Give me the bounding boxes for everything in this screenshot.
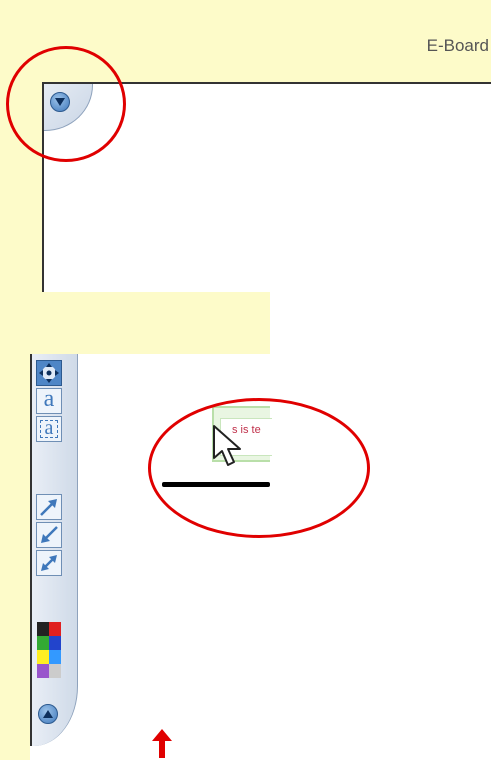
double-arrow-tool-button[interactable] bbox=[36, 550, 62, 576]
eboard-header-lower bbox=[0, 292, 270, 354]
drawing-toolbar: a a bbox=[30, 354, 78, 746]
line-tool-button[interactable] bbox=[36, 522, 62, 548]
annotation-circle-top bbox=[6, 46, 126, 162]
move-tool-button[interactable] bbox=[36, 360, 62, 386]
move-icon bbox=[39, 363, 59, 383]
text-frame-tool-button[interactable]: a bbox=[36, 416, 62, 442]
text-icon: a bbox=[43, 386, 55, 412]
up-arrow-circle-icon[interactable] bbox=[38, 704, 58, 724]
arrow-tool-button[interactable] bbox=[36, 494, 62, 520]
annotation-circle-canvas bbox=[148, 398, 370, 538]
text-tool-button[interactable]: a bbox=[36, 386, 62, 414]
left-margin-lower bbox=[0, 354, 30, 760]
arrow-icon bbox=[40, 499, 57, 516]
double-arrow-icon bbox=[41, 555, 57, 571]
up-arrow-icon bbox=[152, 729, 172, 758]
line-icon bbox=[41, 526, 58, 543]
text-frame-icon: a bbox=[44, 417, 54, 439]
board-title: E-Board bbox=[426, 36, 489, 55]
color-palette-icon[interactable] bbox=[37, 622, 63, 684]
